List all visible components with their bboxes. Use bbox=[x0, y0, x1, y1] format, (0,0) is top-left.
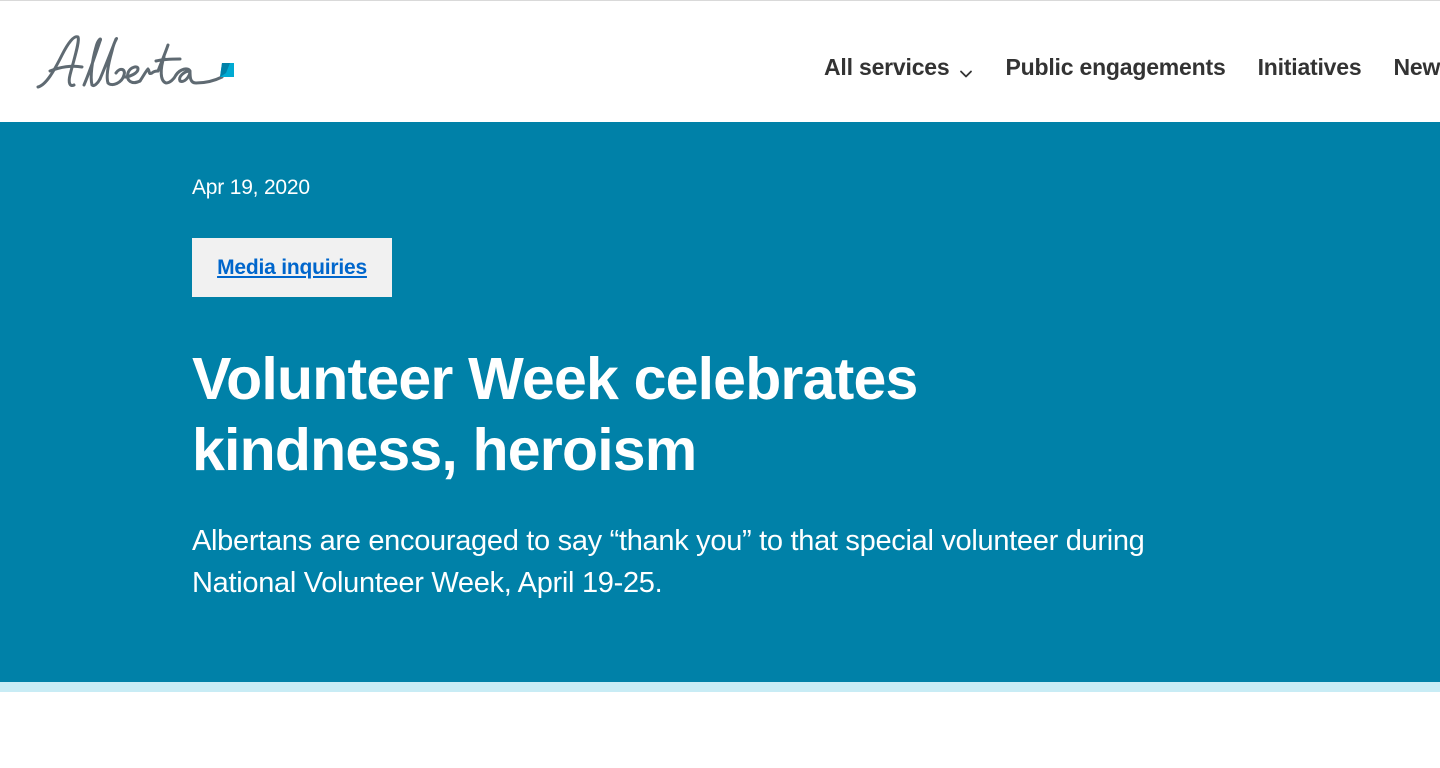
page: All services Public engagements Initiati… bbox=[0, 0, 1440, 768]
main-nav: All services Public engagements Initiati… bbox=[824, 51, 1440, 83]
media-inquiries-tag: Media inquiries bbox=[192, 238, 392, 297]
summary-line-2: National Volunteer Week, April 19-25. bbox=[192, 567, 663, 599]
nav-item-label: Public engagements bbox=[1005, 53, 1226, 80]
nav-item-all-services[interactable]: All services bbox=[824, 54, 973, 81]
publish-date: Apr 19, 2020 bbox=[192, 176, 310, 199]
nav-item-label: Initiatives bbox=[1257, 53, 1362, 80]
title-line-2: kindness, heroism bbox=[192, 417, 697, 483]
site-header: All services Public engagements Initiati… bbox=[0, 0, 1440, 122]
nav-item-news[interactable]: New bbox=[1393, 54, 1440, 81]
nav-item-public-engagements[interactable]: Public engagements bbox=[1005, 54, 1225, 81]
hero-bottom-stripe bbox=[0, 682, 1440, 692]
alberta-logo-wordmark bbox=[36, 35, 234, 89]
chevron-down-icon bbox=[959, 60, 973, 78]
nav-item-label: New bbox=[1393, 53, 1440, 80]
news-hero: Apr 19, 2020 Media inquiries Volunteer W… bbox=[0, 122, 1440, 682]
content-area bbox=[0, 692, 1440, 768]
nav-item-label: All services bbox=[824, 53, 950, 80]
media-inquiries-link[interactable]: Media inquiries bbox=[217, 256, 367, 280]
summary-line-1: Albertans are encouraged to say “thank y… bbox=[192, 525, 1145, 557]
title-line-1: Volunteer Week celebrates bbox=[192, 346, 918, 412]
nav-item-initiatives[interactable]: Initiatives bbox=[1258, 54, 1362, 81]
page-title: Volunteer Week celebrates kindness, hero… bbox=[192, 344, 1092, 486]
article-summary: Albertans are encouraged to say “thank y… bbox=[192, 520, 1232, 604]
alberta-logo[interactable] bbox=[34, 31, 240, 95]
